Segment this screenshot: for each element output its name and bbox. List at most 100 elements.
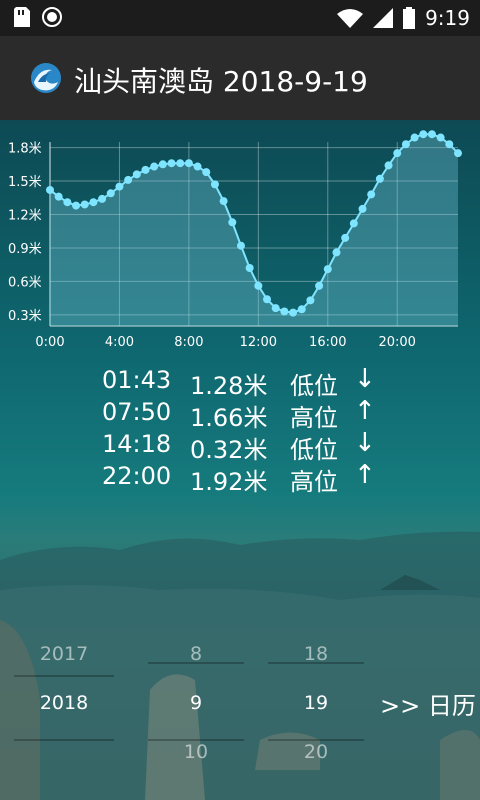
picker-divider bbox=[268, 662, 364, 664]
year-picker[interactable]: 2017 2018 bbox=[14, 640, 114, 750]
tide-point bbox=[280, 307, 289, 316]
month-picker[interactable]: 8 9 10 bbox=[148, 640, 244, 765]
tide-point bbox=[193, 162, 202, 171]
y-tick-label: 0.3米 bbox=[8, 309, 42, 324]
picker-divider bbox=[14, 675, 114, 677]
tide-point bbox=[98, 194, 107, 203]
tide-point bbox=[375, 174, 384, 183]
status-bar: × 9:19 bbox=[0, 0, 480, 36]
tide-point bbox=[367, 190, 376, 199]
tide-event-row: 14:18 0.32米 低位 ↓ bbox=[0, 428, 480, 464]
x-tick-label: 0:00 bbox=[35, 335, 64, 350]
record-icon bbox=[42, 7, 62, 27]
tide-chart-svg: 0.3米 0.6米 0.9米 1.2米 1.5米 1.8米 0:00 4:00 8:00 12:0… bbox=[8, 130, 462, 350]
tide-point bbox=[445, 140, 454, 149]
page-title: 汕头南澳岛 2018-9-19 bbox=[74, 65, 368, 98]
tide-event-row: 01:43 1.28米 低位 ↓ bbox=[0, 364, 480, 400]
arrow-down-icon: ↓ bbox=[354, 428, 376, 458]
x-tick-label: 16:00 bbox=[309, 335, 346, 350]
tide-point bbox=[384, 161, 393, 170]
tide-point bbox=[63, 198, 72, 207]
tide-event-height: 1.92米 bbox=[190, 468, 268, 496]
tide-point bbox=[167, 159, 176, 168]
tide-event-time: 14:18 bbox=[102, 430, 172, 458]
tide-point bbox=[54, 192, 63, 201]
tide-point bbox=[427, 130, 436, 139]
tide-point bbox=[184, 159, 193, 168]
arrow-down-icon: ↓ bbox=[354, 364, 376, 394]
y-tick-label: 0.6米 bbox=[8, 275, 42, 290]
signal-icon bbox=[373, 8, 394, 28]
tide-point bbox=[358, 204, 367, 213]
tide-area bbox=[50, 134, 458, 326]
y-tick-label: 1.2米 bbox=[8, 208, 42, 223]
tide-point bbox=[132, 170, 141, 179]
x-tick-label: 20:00 bbox=[378, 335, 415, 350]
tide-point bbox=[150, 162, 159, 171]
tide-point bbox=[236, 241, 245, 250]
year-current[interactable]: 2018 bbox=[14, 692, 114, 714]
calendar-button[interactable]: >> 日历 bbox=[380, 686, 476, 721]
app-toolbar: 汕头南澳岛 2018-9-19 bbox=[0, 36, 480, 120]
tide-point bbox=[332, 248, 341, 257]
tide-point bbox=[115, 182, 124, 191]
tide-event-time: 22:00 bbox=[102, 462, 172, 490]
tide-point bbox=[436, 133, 445, 142]
tide-point bbox=[393, 149, 402, 158]
tide-point bbox=[271, 304, 280, 313]
battery-icon bbox=[403, 7, 416, 29]
tide-point bbox=[263, 295, 272, 304]
tide-point bbox=[176, 159, 185, 168]
svg-text:×: × bbox=[354, 21, 362, 28]
tide-point bbox=[202, 168, 211, 177]
tide-event-row: 22:00 1.92米 高位 ↑ bbox=[0, 460, 480, 496]
tide-point bbox=[341, 233, 350, 242]
main-content: 0.3米 0.6米 0.9米 1.2米 1.5米 1.8米 0:00 4:00 8:00 12:0… bbox=[0, 120, 480, 800]
tide-events: 01:43 1.28米 低位 ↓ 07:50 1.66米 高位 ↑ 14:18 … bbox=[0, 364, 480, 496]
tide-point bbox=[158, 160, 167, 169]
sd-card-icon bbox=[14, 7, 30, 27]
y-tick-label: 1.8米 bbox=[8, 142, 42, 157]
month-next[interactable]: 10 bbox=[148, 741, 244, 763]
month-current[interactable]: 9 bbox=[148, 692, 244, 714]
x-tick-label: 12:00 bbox=[240, 335, 277, 350]
x-tick-label: 4:00 bbox=[105, 335, 134, 350]
arrow-up-icon: ↑ bbox=[354, 396, 376, 426]
tide-point bbox=[306, 296, 315, 305]
wifi-icon: × bbox=[337, 9, 364, 28]
arrow-up-icon: ↑ bbox=[354, 460, 376, 490]
tide-point bbox=[46, 185, 54, 194]
picker-divider bbox=[14, 739, 114, 741]
tide-point bbox=[89, 198, 98, 207]
tide-event-row: 07:50 1.66米 高位 ↑ bbox=[0, 396, 480, 432]
tide-point bbox=[106, 189, 115, 198]
tide-point bbox=[245, 264, 254, 273]
tide-point bbox=[254, 281, 263, 290]
y-tick-label: 1.5米 bbox=[8, 175, 42, 190]
day-next[interactable]: 20 bbox=[268, 741, 364, 763]
tide-point bbox=[454, 149, 462, 158]
tide-event-time: 01:43 bbox=[102, 366, 172, 394]
status-left bbox=[14, 7, 62, 27]
tide-point bbox=[323, 265, 332, 274]
year-prev[interactable]: 2017 bbox=[14, 643, 114, 665]
picker-divider bbox=[148, 662, 244, 664]
tide-chart: 0.3米 0.6米 0.9米 1.2米 1.5米 1.8米 0:00 4:00 8:00 12:0… bbox=[0, 120, 480, 360]
tide-point bbox=[124, 175, 133, 184]
day-picker[interactable]: 18 19 20 bbox=[268, 640, 364, 765]
wave-icon bbox=[31, 63, 61, 93]
tide-point bbox=[315, 281, 324, 290]
tide-point bbox=[141, 165, 150, 174]
tide-event-time: 07:50 bbox=[102, 398, 172, 426]
tide-event-type: 高位 bbox=[290, 468, 338, 496]
tide-point bbox=[72, 201, 81, 210]
y-tick-label: 0.9米 bbox=[8, 242, 42, 257]
tide-point bbox=[289, 308, 298, 317]
day-current[interactable]: 19 bbox=[268, 692, 364, 714]
tide-point bbox=[210, 180, 219, 189]
tide-point bbox=[401, 140, 410, 149]
tide-point bbox=[349, 219, 358, 228]
tide-point bbox=[228, 218, 237, 227]
tide-point bbox=[219, 197, 228, 206]
tide-point bbox=[410, 133, 419, 142]
